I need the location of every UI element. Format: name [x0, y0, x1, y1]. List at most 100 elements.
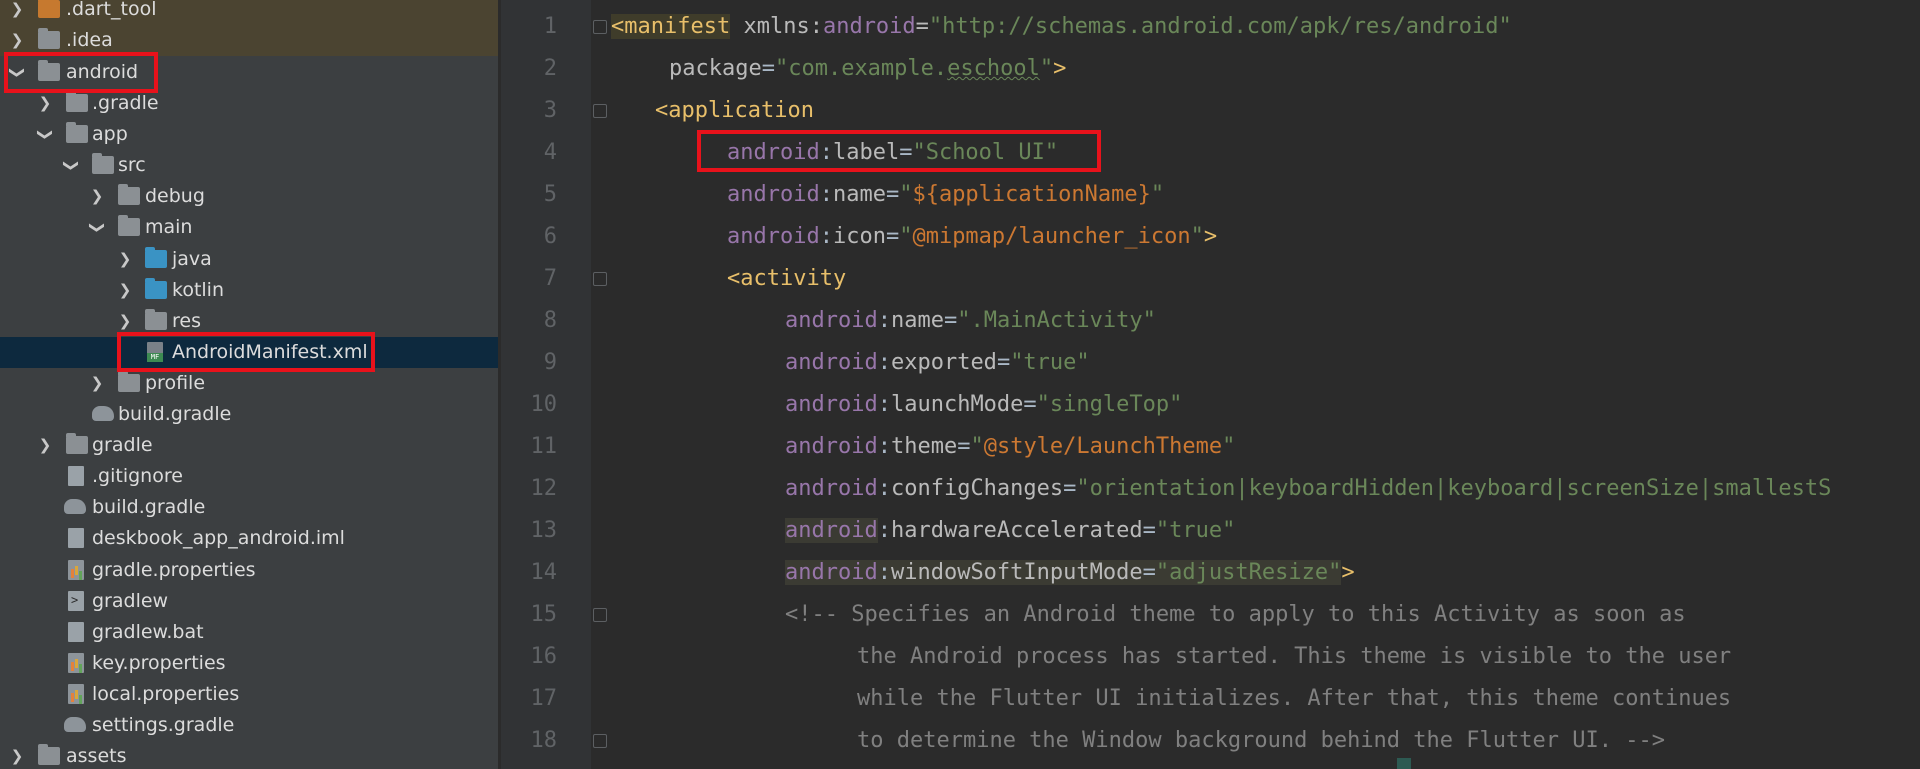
manifest-file-icon	[147, 342, 163, 362]
folder-orange-icon	[38, 0, 60, 18]
chevron-right-icon[interactable]: ❯	[116, 244, 134, 275]
chevron-right-icon[interactable]: ❯	[116, 275, 134, 306]
tree-item-kotlin[interactable]: ❯ kotlin	[0, 275, 498, 306]
tree-item-src[interactable]: ❯ src	[0, 150, 498, 181]
line-number: 15	[530, 602, 558, 627]
code-line-2: package="com.example.eschool">	[669, 56, 1067, 81]
tree-item-gradlew-bat[interactable]: gradlew.bat	[0, 617, 498, 648]
tree-item-label: settings.gradle	[92, 714, 235, 736]
tree-item-debug[interactable]: ❯ debug	[0, 181, 498, 212]
tree-item-dart-tool[interactable]: ❯ .dart_tool	[0, 0, 498, 25]
chevron-right-icon[interactable]: ❯	[8, 0, 26, 25]
tree-item-settings-gradle[interactable]: settings.gradle	[0, 710, 498, 741]
folder-icon	[66, 122, 88, 143]
tree-item-label: debug	[145, 185, 205, 207]
fold-marker-icon[interactable]	[593, 20, 607, 34]
tree-item-gradlew[interactable]: gradlew	[0, 586, 498, 617]
chevron-right-icon[interactable]: ❯	[88, 368, 106, 399]
properties-file-icon	[68, 684, 84, 704]
tree-item-label: profile	[145, 372, 206, 394]
tree-item-local-properties[interactable]: local.properties	[0, 679, 498, 710]
tree-item-label: kotlin	[172, 279, 224, 301]
chevron-down-icon[interactable]: ❯	[56, 157, 87, 175]
chevron-down-icon[interactable]: ❯	[2, 64, 33, 82]
tree-item-java[interactable]: ❯ java	[0, 244, 498, 275]
chevron-right-icon[interactable]: ❯	[88, 181, 106, 212]
folder-android-icon	[38, 60, 60, 81]
text-cursor	[1397, 758, 1411, 769]
tree-item-android-manifest[interactable]: AndroidManifest.xml	[0, 337, 498, 368]
line-number: 3	[543, 98, 557, 123]
tree-item-label: gradlew.bat	[92, 621, 204, 643]
tree-item-android[interactable]: ❯ android	[0, 57, 498, 88]
line-number: 10	[530, 392, 558, 417]
code-line-12: android:configChanges="orientation|keybo…	[785, 476, 1832, 501]
chevron-down-icon[interactable]: ❯	[82, 219, 113, 237]
tree-item-label: build.gradle	[118, 403, 232, 425]
tree-item-app-build-gradle[interactable]: build.gradle	[0, 399, 498, 430]
fold-marker-icon[interactable]	[593, 104, 607, 118]
chevron-right-icon[interactable]: ❯	[8, 741, 26, 769]
tree-item-label: src	[118, 154, 146, 176]
line-number: 14	[530, 560, 558, 585]
tree-item-main[interactable]: ❯ main	[0, 212, 498, 243]
chevron-right-icon[interactable]: ❯	[116, 306, 134, 337]
tree-item-label: app	[92, 123, 128, 145]
folder-icon	[66, 433, 88, 454]
tree-item-dot-gradle[interactable]: ❯ .gradle	[0, 88, 498, 119]
tree-item-iml[interactable]: deskbook_app_android.iml	[0, 523, 498, 554]
code-line-1: <manifest xmlns:android="http://schemas.…	[611, 14, 1512, 39]
tree-item-assets[interactable]: ❯ assets	[0, 741, 498, 769]
line-number: 7	[543, 266, 557, 291]
folder-icon	[118, 184, 140, 205]
tree-item-gradle[interactable]: ❯ gradle	[0, 430, 498, 461]
tree-item-label: assets	[66, 745, 127, 767]
chevron-right-icon[interactable]: ❯	[8, 25, 26, 56]
module-file-icon	[68, 528, 84, 548]
tree-item-gradle-properties[interactable]: gradle.properties	[0, 555, 498, 586]
code-line-10: android:launchMode="singleTop"	[785, 392, 1183, 417]
tree-item-label: gradlew	[92, 590, 169, 612]
code-line-11: android:theme="@style/LaunchTheme"	[785, 434, 1236, 459]
code-line-15: <!-- Specifies an Android theme to apply…	[785, 602, 1686, 627]
tree-item-idea[interactable]: ❯ .idea	[0, 25, 498, 56]
line-number: 5	[543, 182, 557, 207]
code-line-18: to determine the Window background behin…	[857, 728, 1665, 753]
tree-item-label: .gitignore	[92, 465, 183, 487]
tree-item-build-gradle[interactable]: build.gradle	[0, 492, 498, 523]
line-number: 4	[543, 140, 557, 165]
code-line-3: <application	[655, 98, 814, 123]
tree-item-label: main	[145, 216, 193, 238]
tree-item-label: build.gradle	[92, 496, 206, 518]
code-line-14: android:windowSoftInputMode="adjustResiz…	[785, 560, 1355, 585]
chevron-right-icon[interactable]: ❯	[36, 88, 54, 119]
tree-item-res[interactable]: ❯ res	[0, 306, 498, 337]
code-line-8: android:name=".MainActivity"	[785, 308, 1156, 333]
fold-marker-icon[interactable]	[593, 734, 607, 748]
folder-source-icon	[145, 247, 167, 268]
chevron-down-icon[interactable]: ❯	[30, 126, 61, 144]
tree-item-label: .idea	[66, 29, 113, 51]
tree-item-gitignore[interactable]: .gitignore	[0, 461, 498, 492]
line-number: 1	[543, 14, 557, 39]
tree-item-profile[interactable]: ❯ profile	[0, 368, 498, 399]
chevron-right-icon[interactable]: ❯	[36, 430, 54, 461]
text-file-icon	[68, 466, 84, 486]
line-number: 11	[530, 434, 558, 459]
fold-marker-icon[interactable]	[593, 608, 607, 622]
tree-item-key-properties[interactable]: key.properties	[0, 648, 498, 679]
folder-settings-icon	[38, 28, 60, 49]
tree-item-label: local.properties	[92, 683, 240, 705]
tree-item-label: deskbook_app_android.iml	[92, 527, 345, 549]
line-number: 16	[530, 644, 558, 669]
code-line-7: <activity	[727, 266, 847, 291]
fold-marker-icon[interactable]	[593, 272, 607, 286]
folder-icon	[38, 744, 60, 765]
code-line-5: android:name="${applicationName}"	[727, 182, 1165, 207]
folder-icon	[145, 309, 167, 330]
tree-item-label: .gradle	[92, 92, 159, 114]
code-editor[interactable]: <manifest xmlns:android="http://schemas.…	[611, 0, 1920, 769]
folder-icon	[66, 91, 88, 112]
line-number: 17	[530, 686, 558, 711]
tree-item-app[interactable]: ❯ app	[0, 119, 498, 150]
